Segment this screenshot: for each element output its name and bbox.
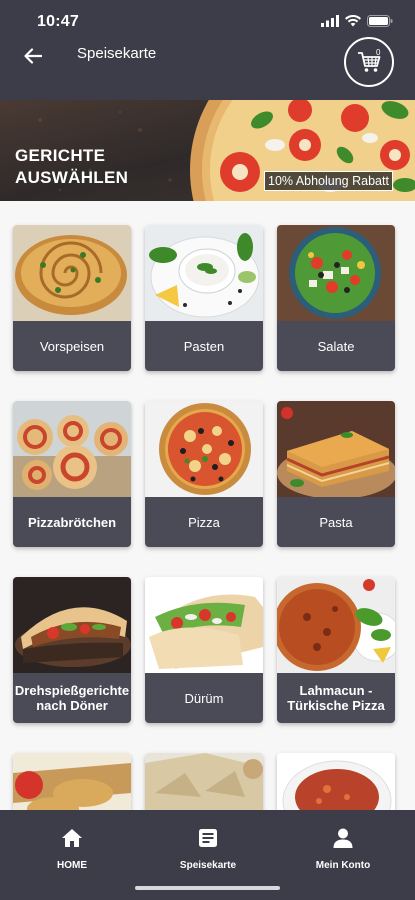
menu-document-icon	[199, 829, 217, 847]
category-card-pizza[interactable]: Pizza	[145, 401, 263, 547]
category-card-pasten[interactable]: Pasten	[145, 225, 263, 371]
home-indicator	[135, 886, 280, 890]
pizza-rolls-image	[13, 401, 131, 497]
category-image	[277, 401, 395, 497]
wifi-icon	[345, 15, 361, 27]
wrap-image	[145, 577, 263, 673]
nav-account[interactable]: Mein Konto	[288, 828, 398, 880]
nav-menu-label: Speisekarte	[179, 860, 237, 871]
category-grid: Vorspeisen Pasten Salate Pizzabrötchen P…	[0, 201, 415, 810]
nav-menu[interactable]: Speisekarte	[153, 828, 263, 880]
status-time: 10:47	[37, 13, 79, 30]
category-image	[145, 401, 263, 497]
category-card-vorspeisen[interactable]: Vorspeisen	[13, 225, 131, 371]
banner-title: GERICHTE AUSWÄHLEN	[15, 146, 129, 187]
cart-button[interactable]: 0	[344, 37, 394, 87]
category-image	[145, 225, 263, 321]
battery-icon	[367, 15, 393, 27]
pizza-image	[145, 401, 263, 497]
category-card-salate[interactable]: Salate	[277, 225, 395, 371]
category-label: Pasten	[145, 321, 263, 371]
category-card-11[interactable]	[145, 753, 263, 810]
home-icon	[62, 829, 82, 847]
promo-banner: GERICHTE AUSWÄHLEN 10% Abholung Rabatt	[0, 100, 415, 201]
person-icon	[333, 828, 353, 848]
category-card-drehspiess[interactable]: Drehspießgerichte nach Döner	[13, 577, 131, 723]
soup-image	[277, 753, 395, 810]
category-label: Vorspeisen	[13, 321, 131, 371]
category-card-lahmacun[interactable]: Lahmacun - Türkische Pizza	[277, 577, 395, 723]
lahmacun-image	[277, 577, 395, 673]
category-label: Salate	[277, 321, 395, 371]
nav-home-label: HOME	[57, 860, 87, 871]
discount-badge: 10% Abholung Rabatt	[264, 171, 393, 191]
back-button[interactable]	[20, 43, 46, 69]
category-card-duerum[interactable]: Dürüm	[145, 577, 263, 723]
category-image	[13, 225, 131, 321]
category-image	[13, 753, 131, 810]
cart-count: 0	[376, 48, 381, 57]
category-label: Drehspießgerichte nach Döner	[13, 673, 131, 723]
category-image	[277, 577, 395, 673]
meat-pastry-image	[13, 753, 131, 810]
app-header: 10:47 Speisekarte 0	[0, 0, 415, 100]
lasagna-image	[277, 401, 395, 497]
category-label: Pizza	[145, 497, 263, 547]
page-title: Speisekarte	[77, 45, 157, 62]
nav-row: Speisekarte 0	[0, 36, 415, 88]
flatbread-image	[145, 753, 263, 810]
category-label: Pizzabrötchen	[13, 497, 131, 547]
category-label: Lahmacun - Türkische Pizza	[277, 673, 395, 723]
signal-icon	[321, 15, 339, 27]
category-image	[13, 577, 131, 673]
category-card-12[interactable]	[277, 753, 395, 810]
category-image	[277, 753, 395, 810]
category-card-10[interactable]	[13, 753, 131, 810]
category-card-pasta[interactable]: Pasta	[277, 401, 395, 547]
dip-with-herbs-image	[145, 225, 263, 321]
category-image	[145, 577, 263, 673]
category-image	[145, 753, 263, 810]
salad-bowl-image	[277, 225, 395, 321]
category-label: Dürüm	[145, 673, 263, 723]
category-image	[277, 225, 395, 321]
category-card-pizzabroetchen[interactable]: Pizzabrötchen	[13, 401, 131, 547]
nav-account-label: Mein Konto	[315, 860, 371, 871]
arrow-left-icon	[24, 48, 42, 64]
status-icons	[321, 14, 393, 28]
doner-plate-image	[13, 577, 131, 673]
category-label: Pasta	[277, 497, 395, 547]
category-image	[13, 401, 131, 497]
spiral-pastry-image	[13, 225, 131, 321]
nav-home[interactable]: HOME	[17, 828, 127, 880]
